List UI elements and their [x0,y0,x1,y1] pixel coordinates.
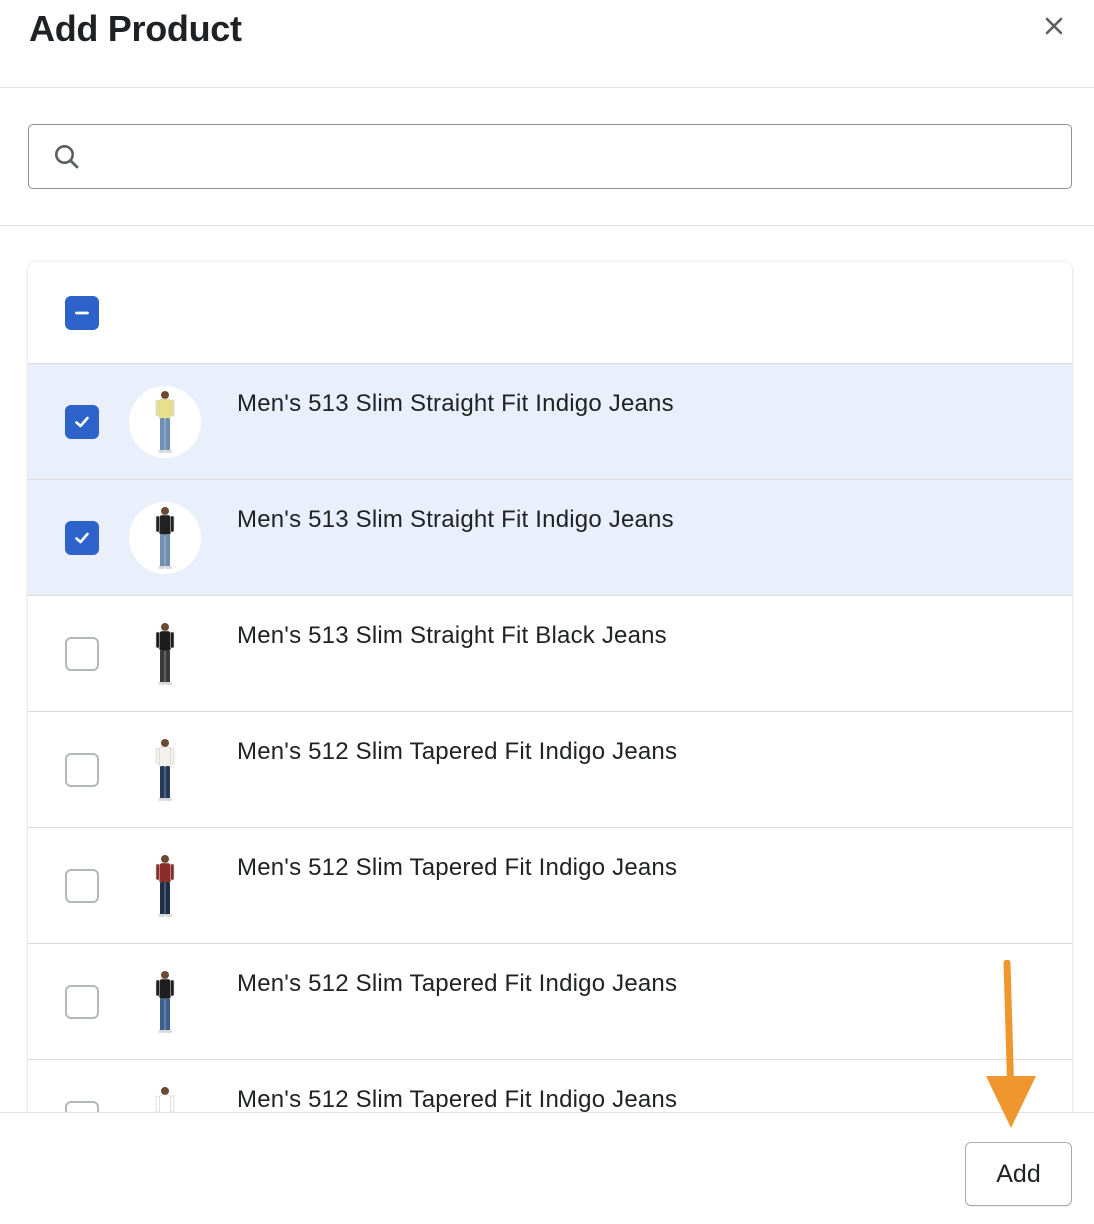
row-checkbox[interactable] [65,985,99,1019]
check-icon [75,532,89,544]
product-thumbnail [129,850,201,922]
close-button[interactable] [1038,10,1070,42]
product-row[interactable]: Men's 512 Slim Tapered Fit Indigo Jeans [28,712,1072,828]
row-checkbox[interactable] [65,869,99,903]
select-all-checkbox[interactable] [65,296,99,330]
model-figure [155,739,175,801]
model-figure [155,855,175,917]
model-figure [155,623,175,685]
product-row[interactable]: Men's 513 Slim Straight Fit Black Jeans [28,596,1072,712]
modal-header: Add Product [0,0,1094,88]
product-name: Men's 513 Slim Straight Fit Black Jeans [237,622,667,649]
product-row[interactable]: Men's 513 Slim Straight Fit Indigo Jeans [28,364,1072,480]
product-thumbnail [129,502,201,574]
product-name: Men's 512 Slim Tapered Fit Indigo Jeans [237,854,678,881]
product-name: Men's 512 Slim Tapered Fit Indigo Jeans [237,970,678,997]
product-row[interactable]: Men's 512 Slim Tapered Fit Indigo Jeans [28,828,1072,944]
product-name: Men's 512 Slim Tapered Fit Indigo Jeans [237,738,678,765]
product-thumbnail [129,734,201,806]
product-name: Men's 513 Slim Straight Fit Indigo Jeans [237,506,674,533]
close-icon [1045,17,1063,35]
row-checkbox[interactable] [65,521,99,555]
product-thumbnail [129,386,201,458]
product-name: Men's 513 Slim Straight Fit Indigo Jeans [237,390,674,417]
add-product-modal: Add Product Men's 513 Slim Straight Fit … [0,0,1094,1224]
model-figure [155,971,175,1033]
row-checkbox[interactable] [65,637,99,671]
dash-icon [75,311,89,315]
modal-footer: Add [0,1112,1094,1224]
add-button[interactable]: Add [965,1142,1072,1206]
check-icon [75,416,89,428]
product-row[interactable]: Men's 513 Slim Straight Fit Indigo Jeans [28,480,1072,596]
row-checkbox[interactable] [65,405,99,439]
model-figure [155,391,175,453]
model-figure [155,507,175,569]
modal-title: Add Product [29,8,242,49]
product-name: Men's 512 Slim Tapered Fit Indigo Jeans [237,1086,678,1113]
product-row[interactable]: Men's 512 Slim Tapered Fit Indigo Jeans [28,944,1072,1060]
search-icon [55,145,79,169]
search-section [0,88,1094,226]
product-list: Men's 513 Slim Straight Fit Indigo Jeans… [28,262,1072,1122]
search-input[interactable] [97,133,1057,179]
list-header [28,262,1072,364]
product-thumbnail [129,966,201,1038]
search-field[interactable] [28,124,1072,189]
row-checkbox[interactable] [65,753,99,787]
product-thumbnail [129,618,201,690]
